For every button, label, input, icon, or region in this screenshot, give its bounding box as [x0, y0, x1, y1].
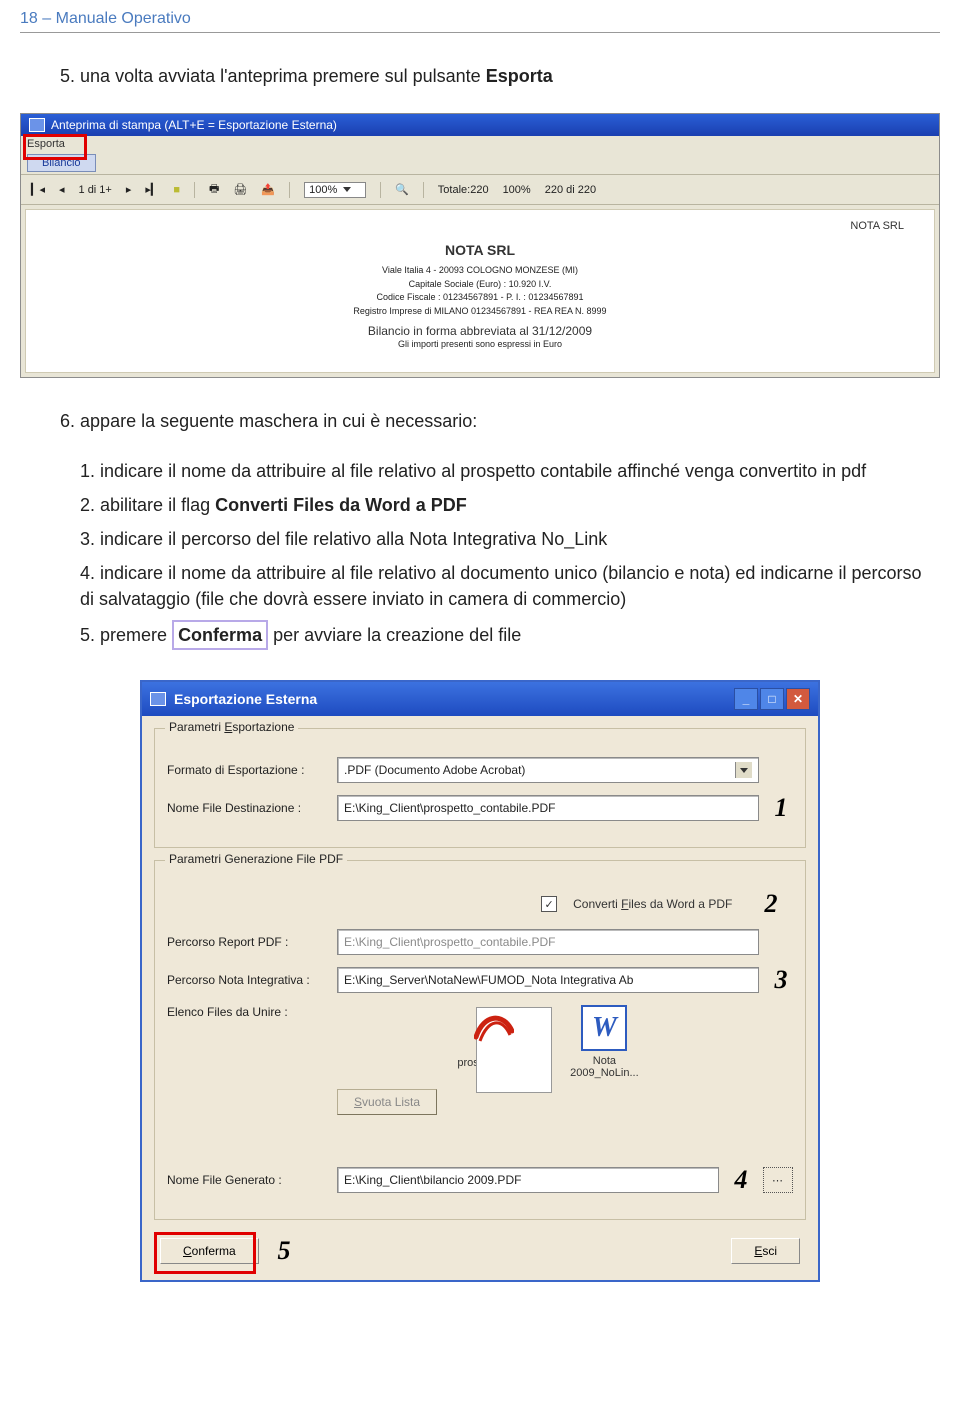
- callout-1: 1: [769, 793, 793, 823]
- file-item-pdf[interactable]: prospetto_co...: [457, 1005, 530, 1079]
- legend-export: Parametri Esportazione: [165, 720, 298, 734]
- range-label: 220 di 220: [545, 184, 596, 196]
- pdf-icon: [474, 1005, 514, 1053]
- dialog-icon: [150, 692, 166, 706]
- substep-1: 1. indicare il nome da attribuire al fil…: [80, 458, 940, 484]
- dialog-title: Esportazione Esterna: [174, 691, 317, 707]
- nav-first-icon[interactable]: ▎◂: [31, 183, 45, 196]
- print-preview-window: Anteprima di stampa (ALT+E = Esportazion…: [20, 113, 940, 378]
- svuota-lista-button[interactable]: Svuota Lista: [337, 1089, 437, 1115]
- window-titlebar: Anteprima di stampa (ALT+E = Esportazion…: [21, 114, 939, 136]
- input-nome-file[interactable]: E:\King_Client\prospetto_contabile.PDF: [337, 795, 759, 821]
- callout-4: 4: [729, 1165, 753, 1195]
- page-header: 18 – Manuale Operativo: [20, 0, 940, 33]
- step-6: 6. appare la seguente maschera in cui è …: [60, 408, 940, 434]
- substep-5: 5. premere Conferma per avviare la creaz…: [80, 620, 940, 650]
- substep-2: 2. abilitare il flag Converti Files da W…: [80, 492, 940, 518]
- word-icon: W: [581, 1005, 627, 1051]
- fieldset-pdf-params: Parametri Generazione File PDF ✓ Convert…: [154, 860, 806, 1220]
- toolbar: ▎◂ ◂ 1 di 1+ ▸ ▸▎ ■ 🖶 🖨 📤 100% 🔍 Totale:…: [21, 174, 939, 205]
- label-converti: Converti Files da Word a PDF: [573, 897, 732, 911]
- label-nome-file: Nome File Destinazione :: [167, 801, 327, 815]
- menubar: Esporta: [21, 136, 939, 152]
- tab-bar: Bilancio: [21, 152, 939, 174]
- close-button[interactable]: ✕: [786, 688, 810, 710]
- legend-pdf: Parametri Generazione File PDF: [165, 852, 347, 866]
- window-title: Anteprima di stampa (ALT+E = Esportazion…: [51, 118, 337, 132]
- nav-prev-icon[interactable]: ◂: [59, 183, 65, 196]
- app-icon: [29, 118, 45, 132]
- nav-last-icon[interactable]: ▸▎: [145, 183, 159, 196]
- label-file-generato: Nome File Generato :: [167, 1173, 327, 1187]
- doc-heading: NOTA SRL: [56, 242, 904, 258]
- tab-bilancio[interactable]: Bilancio: [27, 154, 96, 172]
- fieldset-export-params: Parametri Esportazione Formato di Esport…: [154, 728, 806, 848]
- substep-3: 3. indicare il percorso del file relativ…: [80, 526, 940, 552]
- label-elenco: Elenco Files da Unire :: [167, 1005, 327, 1019]
- minimize-button[interactable]: _: [734, 688, 758, 710]
- print-icon[interactable]: 🖶: [209, 180, 219, 199]
- input-nota[interactable]: E:\King_Server\NotaNew\FUMOD_Nota Integr…: [337, 967, 759, 993]
- page-indicator: 1 di 1+: [79, 184, 112, 196]
- label-report: Percorso Report PDF :: [167, 935, 327, 949]
- conferma-button[interactable]: Conferma: [160, 1238, 259, 1264]
- callout-2: 2: [759, 889, 783, 919]
- stop-icon[interactable]: ■: [173, 184, 180, 196]
- esci-button[interactable]: Esci: [731, 1238, 800, 1264]
- export-dialog: Esportazione Esterna _ □ ✕ Parametri Esp…: [140, 680, 820, 1282]
- document-area: NOTA SRL NOTA SRL Viale Italia 4 - 20093…: [25, 209, 935, 373]
- callout-3: 3: [769, 965, 793, 995]
- file-item-word[interactable]: W Nota 2009_NoLin...: [570, 1005, 639, 1079]
- step-5: 5. una volta avviata l'anteprima premere…: [60, 63, 940, 89]
- esporta-keyword: Esporta: [486, 66, 553, 86]
- substep-4: 4. indicare il nome da attribuire al fil…: [80, 560, 940, 612]
- doc-company-right: NOTA SRL: [56, 220, 904, 232]
- total-label: Totale:220: [438, 184, 489, 196]
- callout-5: 5: [272, 1236, 296, 1266]
- browse-button[interactable]: ⋯: [763, 1167, 793, 1193]
- input-file-generato[interactable]: E:\King_Client\bilancio 2009.PDF: [337, 1167, 719, 1193]
- printer-icon[interactable]: 🖨: [233, 183, 247, 196]
- checkbox-converti[interactable]: ✓: [541, 896, 557, 912]
- export-icon[interactable]: 📤: [261, 183, 275, 196]
- file-list: prospetto_co... W Nota 2009_NoLin...: [337, 1005, 759, 1079]
- label-formato: Formato di Esportazione :: [167, 763, 327, 777]
- pct-label: 100%: [503, 184, 531, 196]
- zoom-combo[interactable]: 100%: [304, 182, 366, 198]
- maximize-button[interactable]: □: [760, 688, 784, 710]
- nav-next-icon[interactable]: ▸: [126, 183, 132, 196]
- page-number: 18: [20, 10, 38, 27]
- menu-esporta[interactable]: Esporta: [27, 138, 65, 150]
- dialog-titlebar: Esportazione Esterna _ □ ✕: [142, 682, 818, 716]
- conferma-keyword: Conferma: [172, 620, 268, 650]
- input-report: E:\King_Client\prospetto_contabile.PDF: [337, 929, 759, 955]
- doc-title: Manuale Operativo: [56, 10, 191, 27]
- chevron-down-icon: [735, 762, 752, 778]
- search-icon[interactable]: 🔍: [395, 183, 409, 196]
- combo-formato[interactable]: .PDF (Documento Adobe Acrobat): [337, 757, 759, 783]
- label-nota: Percorso Nota Integrativa :: [167, 973, 327, 987]
